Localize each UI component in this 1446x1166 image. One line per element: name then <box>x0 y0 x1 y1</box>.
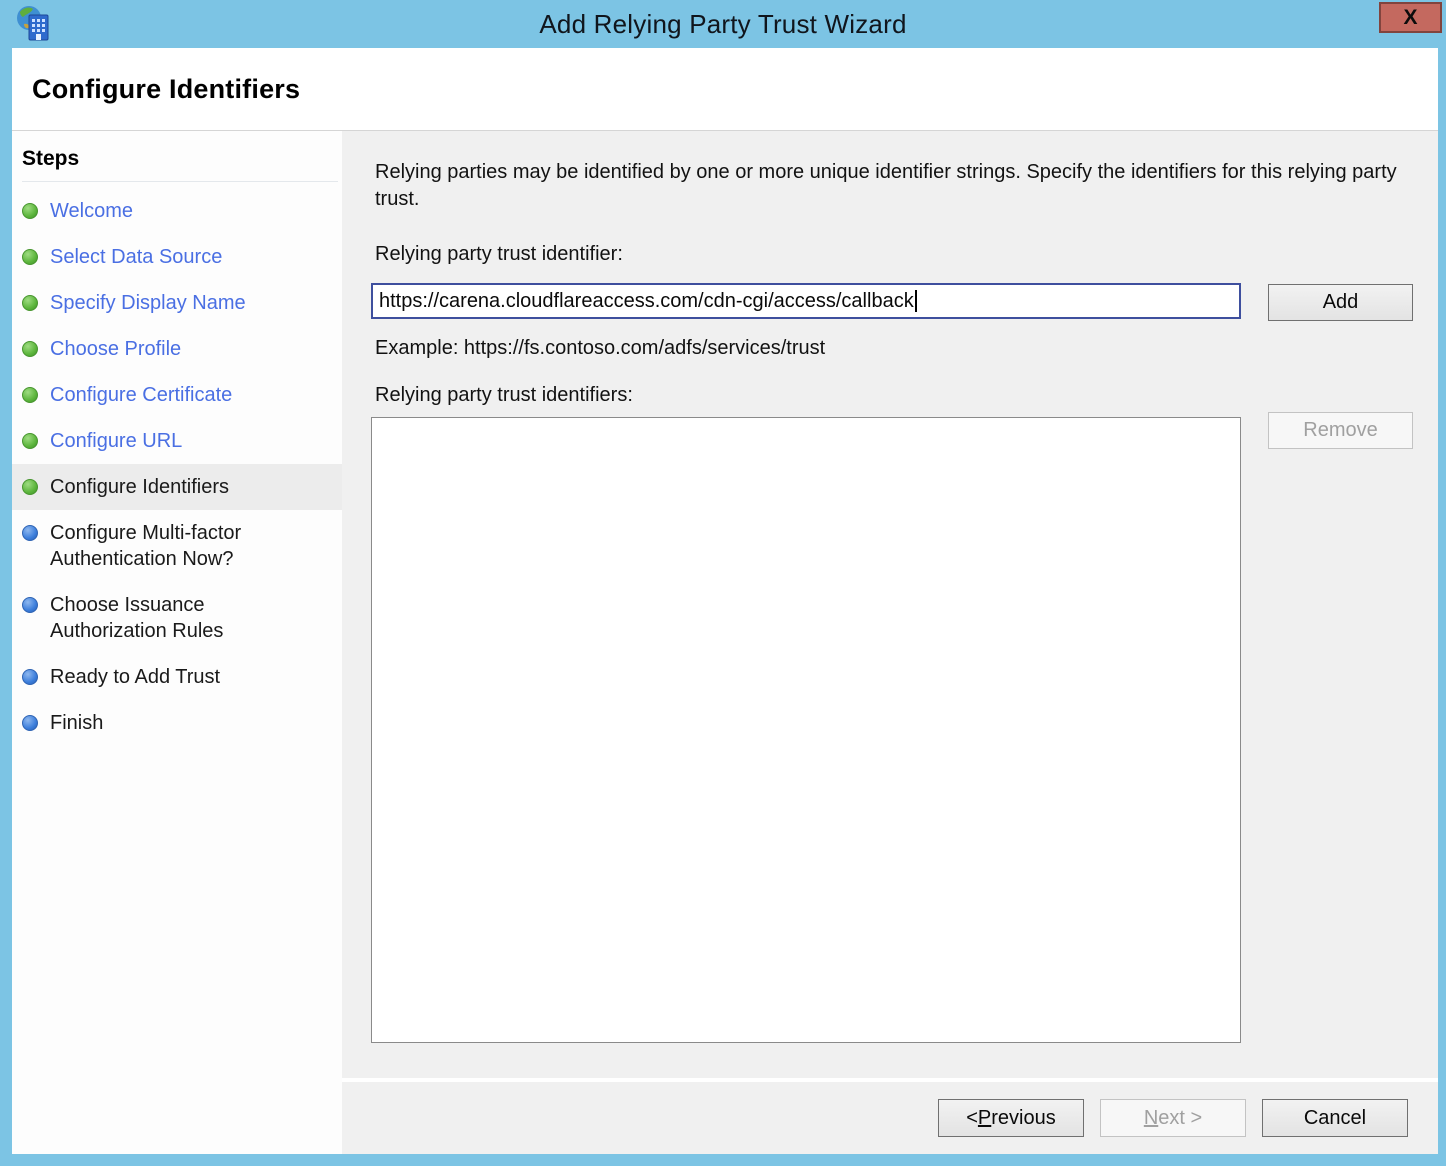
close-icon[interactable]: X <box>1379 2 1442 33</box>
window-title: Add Relying Party Trust Wizard <box>0 9 1446 40</box>
step-done-icon <box>22 341 38 357</box>
step-pending-icon <box>22 669 38 685</box>
dialog-body: Configure Identifiers Steps Welcome Sele… <box>12 48 1438 1154</box>
main-content-panel: Relying parties may be identified by one… <box>342 131 1438 1078</box>
step-done-icon <box>22 295 38 311</box>
identifiers-listbox[interactable] <box>371 417 1241 1043</box>
cancel-button[interactable]: Cancel <box>1262 1099 1408 1137</box>
step-done-icon <box>22 433 38 449</box>
identifier-field-label: Relying party trust identifier: <box>375 243 623 266</box>
step-pending-icon <box>22 715 38 731</box>
sidebar-item-choose-issuance-rules[interactable]: Choose Issuance Authorization Rules <box>12 582 342 654</box>
sidebar-item-configure-url[interactable]: Configure URL <box>12 418 342 464</box>
adfs-app-icon <box>14 4 54 44</box>
wizard-window: Add Relying Party Trust Wizard X Configu… <box>0 0 1446 1166</box>
step-done-icon <box>22 249 38 265</box>
sidebar-item-configure-certificate[interactable]: Configure Certificate <box>12 372 342 418</box>
title-bar: Add Relying Party Trust Wizard X <box>0 0 1446 48</box>
sidebar-item-configure-identifiers[interactable]: Configure Identifiers <box>12 464 342 510</box>
step-done-icon <box>22 479 38 495</box>
steps-sidebar: Steps Welcome Select Data Source Specify… <box>12 131 342 1154</box>
previous-button[interactable]: < Previous <box>938 1099 1084 1137</box>
text-caret <box>915 290 917 312</box>
sidebar-item-welcome[interactable]: Welcome <box>12 188 342 234</box>
sidebar-item-finish[interactable]: Finish <box>12 700 342 746</box>
wizard-footer: < Previous Next > Cancel <box>342 1078 1438 1154</box>
next-button[interactable]: Next > <box>1100 1099 1246 1137</box>
step-pending-icon <box>22 597 38 613</box>
page-title: Configure Identifiers <box>32 74 300 105</box>
identifier-input-value: https://carena.cloudflareaccess.com/cdn-… <box>379 290 914 313</box>
intro-text: Relying parties may be identified by one… <box>375 159 1400 213</box>
sidebar-item-ready-to-add-trust[interactable]: Ready to Add Trust <box>12 654 342 700</box>
step-pending-icon <box>22 525 38 541</box>
sidebar-item-configure-multifactor[interactable]: Configure Multi-factor Authentication No… <box>12 510 342 582</box>
sidebar-item-choose-profile[interactable]: Choose Profile <box>12 326 342 372</box>
remove-button[interactable]: Remove <box>1268 412 1413 449</box>
identifiers-list-label: Relying party trust identifiers: <box>375 384 633 407</box>
steps-heading: Steps <box>22 143 338 182</box>
sidebar-item-select-data-source[interactable]: Select Data Source <box>12 234 342 280</box>
page-header: Configure Identifiers <box>12 48 1438 131</box>
steps-list: Welcome Select Data Source Specify Displ… <box>12 188 342 746</box>
identifier-input[interactable]: https://carena.cloudflareaccess.com/cdn-… <box>371 283 1241 319</box>
step-done-icon <box>22 387 38 403</box>
example-text: Example: https://fs.contoso.com/adfs/ser… <box>375 337 825 360</box>
sidebar-item-specify-display-name[interactable]: Specify Display Name <box>12 280 342 326</box>
add-button[interactable]: Add <box>1268 284 1413 321</box>
step-done-icon <box>22 203 38 219</box>
